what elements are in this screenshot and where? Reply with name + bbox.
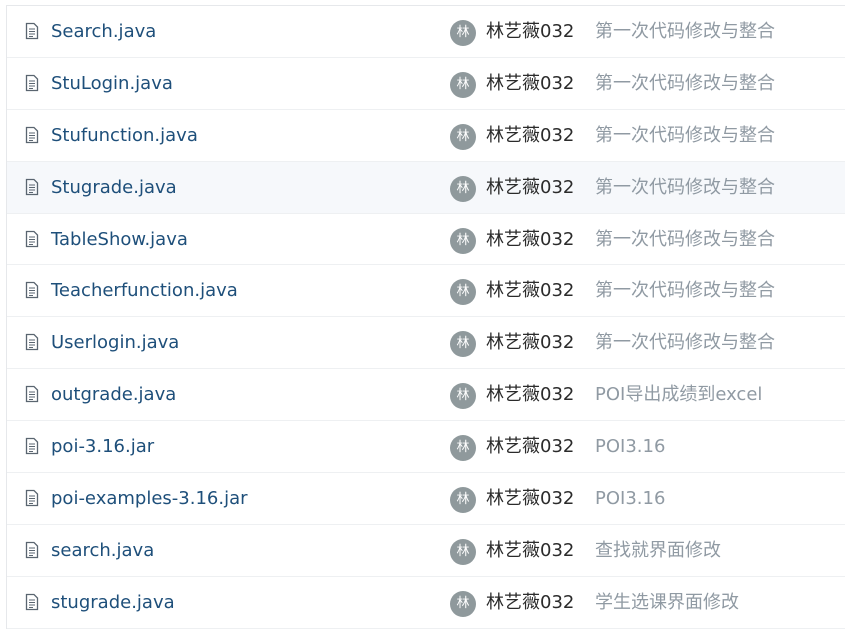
file-text-icon <box>25 334 39 351</box>
file-row[interactable]: search.java 林 林艺薇032 查找就界面修改 <box>7 524 845 577</box>
file-row[interactable]: TableShow.java 林 林艺薇032 第一次代码修改与整合 <box>7 213 845 266</box>
file-text-icon <box>25 593 39 610</box>
file-text-icon <box>25 282 39 299</box>
file-name-link[interactable]: search.java <box>51 525 154 577</box>
commit-message-link[interactable]: 第一次代码修改与整合 <box>595 317 775 369</box>
author-link[interactable]: 林艺薇032 <box>486 577 574 629</box>
author-link[interactable]: 林艺薇032 <box>486 58 574 110</box>
avatar[interactable]: 林 <box>450 538 476 565</box>
file-list: Search.java 林 林艺薇032 第一次代码修改与整合 StuLogin… <box>6 5 845 629</box>
avatar[interactable]: 林 <box>450 487 476 514</box>
file-text-icon <box>25 541 39 559</box>
file-name-link[interactable]: poi-3.16.jar <box>51 421 154 473</box>
author-link[interactable]: 林艺薇032 <box>486 525 574 577</box>
file-row[interactable]: outgrade.java 林 林艺薇032 POI导出成绩到excel <box>7 369 845 422</box>
file-row[interactable]: Stugrade.java 林 林艺薇032 第一次代码修改与整合 <box>7 161 845 214</box>
avatar[interactable]: 林 <box>450 71 476 98</box>
commit-message-link[interactable]: 查找就界面修改 <box>595 525 721 577</box>
commit-message-link[interactable]: 第一次代码修改与整合 <box>595 110 775 162</box>
avatar[interactable]: 林 <box>450 383 476 410</box>
author-link[interactable]: 林艺薇032 <box>486 214 574 266</box>
file-row[interactable]: poi-3.16.jar 林 林艺薇032 POI3.16 <box>7 421 845 474</box>
file-name-link[interactable]: StuLogin.java <box>51 58 173 110</box>
commit-message-link[interactable]: 第一次代码修改与整合 <box>595 58 775 110</box>
file-text-icon <box>25 437 39 455</box>
file-text-icon <box>25 230 39 247</box>
author-link[interactable]: 林艺薇032 <box>486 473 574 525</box>
avatar[interactable]: 林 <box>450 590 476 617</box>
author-link[interactable]: 林艺薇032 <box>486 369 574 421</box>
commit-message-link[interactable]: 第一次代码修改与整合 <box>595 265 775 317</box>
author-link[interactable]: 林艺薇032 <box>486 162 574 214</box>
file-row[interactable]: stugrade.java 林 林艺薇032 学生选课界面修改 <box>7 576 845 629</box>
file-text-icon <box>25 386 39 403</box>
file-row[interactable]: Teacherfunction.java 林 林艺薇032 第一次代码修改与整合 <box>7 265 845 318</box>
file-name-link[interactable]: poi-examples-3.16.jar <box>51 473 248 525</box>
author-link[interactable]: 林艺薇032 <box>486 421 574 473</box>
avatar[interactable]: 林 <box>450 435 476 462</box>
author-link[interactable]: 林艺薇032 <box>486 265 574 317</box>
author-link[interactable]: 林艺薇032 <box>486 6 574 58</box>
file-row[interactable]: StuLogin.java 林 林艺薇032 第一次代码修改与整合 <box>7 57 845 110</box>
file-name-link[interactable]: Userlogin.java <box>51 317 179 369</box>
avatar[interactable]: 林 <box>450 279 476 306</box>
file-row[interactable]: Userlogin.java 林 林艺薇032 第一次代码修改与整合 <box>7 317 845 370</box>
file-name-link[interactable]: outgrade.java <box>51 369 176 421</box>
commit-message-link[interactable]: POI3.16 <box>595 473 665 525</box>
file-name-link[interactable]: Stufunction.java <box>51 110 198 162</box>
avatar[interactable]: 林 <box>450 20 476 46</box>
file-text-icon <box>25 74 39 92</box>
commit-message-link[interactable]: 学生选课界面修改 <box>595 577 739 629</box>
commit-message-link[interactable]: 第一次代码修改与整合 <box>595 162 775 214</box>
file-name-link[interactable]: TableShow.java <box>51 214 188 266</box>
file-name-link[interactable]: stugrade.java <box>51 577 175 629</box>
file-name-link[interactable]: Search.java <box>51 6 156 58</box>
file-text-icon <box>25 489 39 507</box>
file-name-link[interactable]: Stugrade.java <box>51 162 177 214</box>
commit-message-link[interactable]: POI导出成绩到excel <box>595 369 762 421</box>
commit-message-link[interactable]: POI3.16 <box>595 421 665 473</box>
commit-message-link[interactable]: 第一次代码修改与整合 <box>595 6 775 58</box>
avatar[interactable]: 林 <box>450 175 476 202</box>
file-text-icon <box>25 126 39 143</box>
author-link[interactable]: 林艺薇032 <box>486 317 574 369</box>
file-text-icon <box>25 22 39 40</box>
avatar[interactable]: 林 <box>450 227 476 254</box>
file-row[interactable]: Search.java 林 林艺薇032 第一次代码修改与整合 <box>7 6 845 58</box>
author-link[interactable]: 林艺薇032 <box>486 110 574 162</box>
file-name-link[interactable]: Teacherfunction.java <box>51 265 238 317</box>
avatar[interactable]: 林 <box>450 331 476 358</box>
commit-message-link[interactable]: 第一次代码修改与整合 <box>595 214 775 266</box>
file-row[interactable]: poi-examples-3.16.jar 林 林艺薇032 POI3.16 <box>7 473 845 525</box>
file-row[interactable]: Stufunction.java 林 林艺薇032 第一次代码修改与整合 <box>7 109 845 162</box>
avatar[interactable]: 林 <box>450 123 476 150</box>
file-text-icon <box>25 178 39 195</box>
